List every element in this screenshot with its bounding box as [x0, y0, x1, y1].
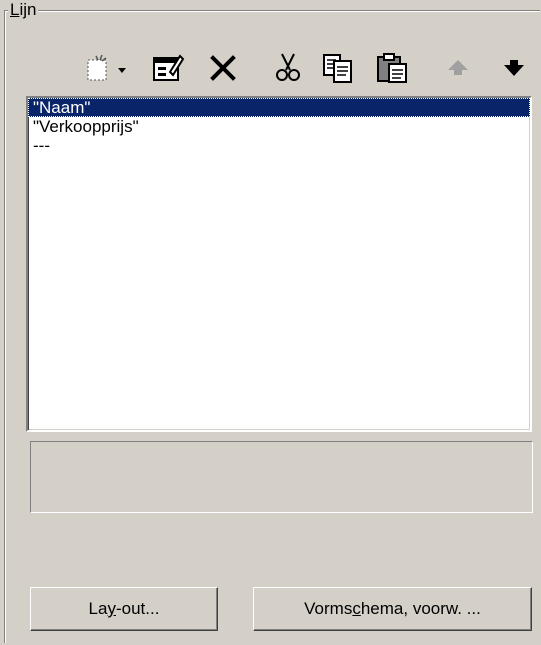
- copy-icon: [323, 54, 352, 83]
- move-down-button[interactable]: [496, 50, 532, 86]
- layout-label-post: -out...: [115, 599, 160, 618]
- group-title-rest: ijn: [19, 0, 37, 19]
- copy-button[interactable]: [320, 50, 356, 86]
- arrow-up-icon: [448, 60, 468, 75]
- paste-icon: [377, 53, 407, 83]
- vormschema-button[interactable]: Vorms c hema, voorw. ...: [253, 587, 532, 631]
- group-title: Lijn: [8, 0, 39, 19]
- layout-label-pre: La: [88, 599, 108, 618]
- list-item[interactable]: "Naam": [28, 98, 530, 117]
- preview-panel: [30, 441, 533, 513]
- new-item-icon: [87, 54, 126, 81]
- new-item-dropdown-button[interactable]: [82, 50, 138, 86]
- layout-button[interactable]: La y -out...: [30, 587, 218, 631]
- delete-x-icon: [210, 55, 236, 81]
- list-item[interactable]: ---: [28, 136, 530, 155]
- list-item[interactable]: "Verkoopprijs": [28, 117, 530, 136]
- lijn-listbox[interactable]: "Naam" "Verkoopprijs" ---: [26, 96, 532, 432]
- paste-button[interactable]: [372, 50, 412, 86]
- move-up-button[interactable]: [440, 50, 476, 86]
- cut-button[interactable]: [270, 50, 306, 86]
- properties-button[interactable]: [148, 50, 188, 86]
- vorm-label-pre: Vorms: [304, 599, 353, 618]
- vorm-label-post: hema, voorw. ...: [360, 599, 481, 618]
- toolbar: [0, 50, 541, 86]
- delete-button[interactable]: [203, 50, 243, 86]
- scissors-icon: [276, 53, 300, 81]
- layout-label-mnemonic: y: [107, 599, 116, 618]
- vorm-label-mnemonic: c: [352, 599, 361, 618]
- arrow-down-icon: [504, 60, 524, 76]
- properties-icon: [153, 54, 185, 81]
